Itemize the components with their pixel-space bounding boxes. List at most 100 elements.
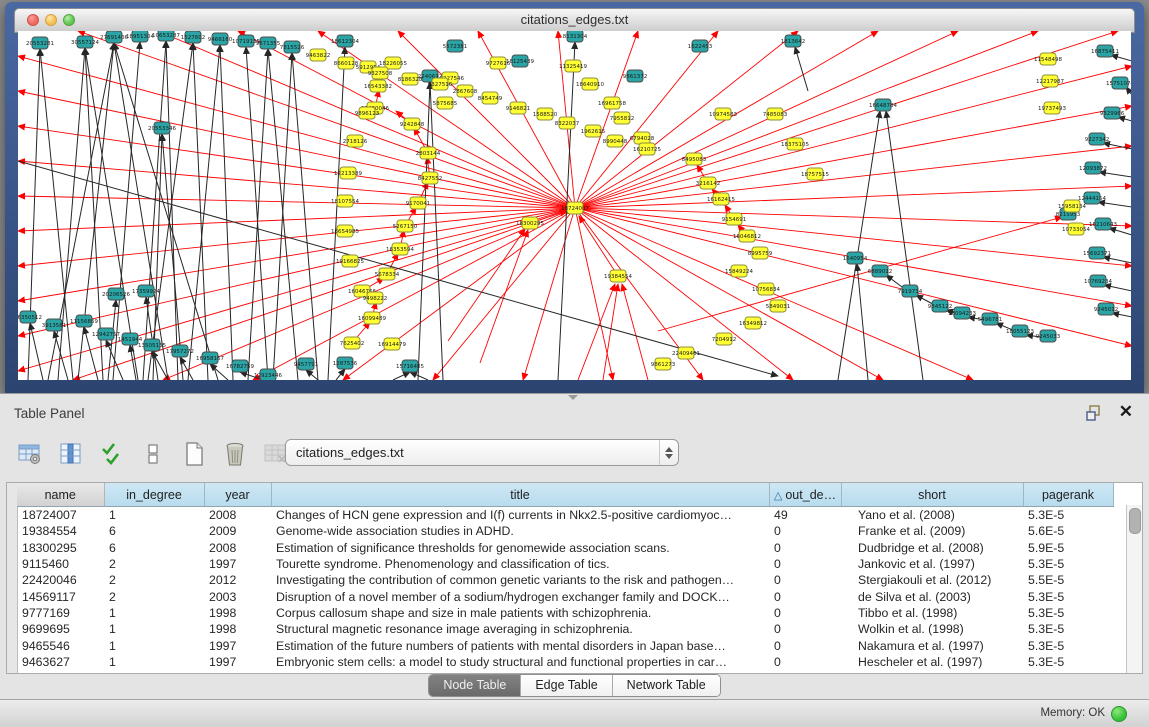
network-canvas[interactable]: 2055328130557124276914061895130410653287… [18, 31, 1131, 380]
graph-node[interactable]: 18640910 [576, 78, 604, 90]
scrollbar-thumb[interactable] [1129, 508, 1141, 534]
graph-node[interactable]: 8131304 [563, 31, 588, 42]
graph-node[interactable]: 1640954 [843, 252, 868, 264]
graph-node[interactable]: 15751074 [1106, 77, 1131, 89]
graph-node[interactable]: 16958167 [196, 352, 224, 364]
graph-node[interactable]: 2867608 [453, 85, 478, 97]
graph-node[interactable]: 9170041 [406, 197, 431, 209]
graph-node[interactable]: 8995759 [748, 247, 773, 259]
column-header-year[interactable]: year [204, 483, 271, 507]
graph-node[interactable]: 9861372 [623, 70, 648, 82]
column-header-pagerank[interactable]: pagerank [1023, 483, 1113, 507]
close-panel-icon[interactable]: ✕ [1119, 402, 1133, 422]
table-settings-icon[interactable] [16, 440, 44, 468]
graph-node[interactable]: 18951304 [126, 31, 154, 42]
graph-node[interactable]: 16094233 [948, 307, 976, 319]
tab-node-table[interactable]: Node Table [429, 675, 521, 696]
new-file-icon[interactable] [180, 440, 208, 468]
graph-node[interactable]: 1588520 [533, 108, 558, 120]
graph-node[interactable]: 5267150 [393, 220, 418, 232]
select-columns-icon[interactable] [57, 440, 85, 468]
graph-node[interactable]: 15849224 [725, 265, 753, 277]
table-row[interactable]: 911546021997Tourette syndrome. Phenomeno… [17, 556, 1113, 572]
graph-node[interactable]: 7815526 [280, 41, 305, 53]
graph-node[interactable]: 16961758 [598, 97, 626, 109]
graph-node[interactable]: 1287536 [333, 357, 358, 369]
graph-node[interactable]: 20206526 [102, 288, 130, 300]
graph-node[interactable]: 9329966 [1100, 107, 1125, 119]
graph-node[interactable]: 16350512 [18, 311, 42, 323]
graph-node[interactable]: 7955812 [610, 112, 635, 124]
table-selector-dropdown[interactable]: citations_edges.txt [285, 439, 679, 466]
graph-node[interactable]: 22409461 [672, 347, 700, 359]
table-row[interactable]: 969969511998Structural magnetic resonanc… [17, 621, 1113, 637]
select-all-icon[interactable] [98, 440, 126, 468]
window-titlebar[interactable]: citations_edges.txt [14, 8, 1135, 33]
column-header-short[interactable]: short [841, 483, 1023, 507]
graph-node[interactable]: 5572381 [443, 40, 468, 52]
float-panel-icon[interactable] [1085, 404, 1103, 422]
graph-node[interactable]: 8990448 [603, 135, 628, 147]
graph-node[interactable]: 6794028 [630, 132, 655, 144]
table-row[interactable]: 977716911998Corpus callosum shape and si… [17, 605, 1113, 621]
graph-node[interactable]: 12923446 [254, 369, 282, 380]
graph-node[interactable]: 10653287 [152, 31, 180, 41]
graph-node[interactable]: 18107554 [331, 195, 359, 207]
graph-node[interactable]: 7204912 [712, 333, 737, 345]
graph-node[interactable]: 16782759 [226, 360, 254, 372]
graph-node[interactable]: 30557124 [71, 36, 99, 48]
graph-node[interactable]: 18125439 [506, 55, 534, 67]
graph-node[interactable]: 9154691 [722, 213, 747, 225]
graph-node[interactable]: 11325419 [559, 60, 587, 72]
graph-node[interactable]: 16162415 [707, 193, 735, 205]
graph-node[interactable]: 9466160 [208, 33, 233, 45]
graph-node[interactable]: 16648784 [869, 99, 897, 111]
graph-node[interactable]: 18757515 [801, 168, 829, 180]
graph-node[interactable]: 16875411 [1091, 45, 1119, 57]
graph-node[interactable]: 19166825 [336, 255, 364, 267]
graph-node[interactable]: 9463822 [306, 49, 331, 61]
graph-node[interactable]: 7485083 [763, 108, 788, 120]
memory-status-icon[interactable] [1111, 706, 1127, 722]
column-header-in_degree[interactable]: in_degree [104, 483, 204, 507]
graph-nodes[interactable]: 2055328130557124276914061895130410653287… [18, 31, 1131, 380]
graph-node[interactable]: 15692371 [1083, 247, 1111, 259]
graph-node[interactable]: 1527602 [181, 31, 206, 43]
graph-node[interactable]: 20553281 [26, 37, 54, 49]
graph-node[interactable]: 1813642 [781, 35, 806, 47]
graph-node[interactable]: 15716485 [396, 360, 424, 372]
graph-node[interactable]: 2803144 [416, 147, 441, 159]
delete-icon[interactable] [221, 440, 249, 468]
graph-node[interactable]: 16210725 [633, 143, 661, 155]
table-row[interactable]: 1830029562008Estimation of significance … [17, 540, 1113, 556]
column-header-out_de[interactable]: △out_de… [769, 483, 841, 507]
deselect-all-icon[interactable] [139, 440, 167, 468]
graph-node[interactable]: 5875685 [433, 97, 458, 109]
graph-node[interactable]: 9861273 [651, 358, 676, 370]
table-row[interactable]: 946554611997Estimation of the future num… [17, 637, 1113, 653]
graph-node[interactable]: 9245033 [1036, 330, 1061, 342]
table-row[interactable]: 1872400712008Changes of HCN gene express… [17, 507, 1113, 524]
column-header-name[interactable]: name [17, 483, 104, 507]
graph-node[interactable]: 8427552 [418, 172, 443, 184]
column-header-title[interactable]: title [271, 483, 769, 507]
graph-node[interactable]: 8322037 [555, 117, 580, 129]
graph-node[interactable]: 8454749 [478, 92, 503, 104]
graph-node[interactable]: 16543382 [364, 80, 392, 92]
graph-node[interactable]: 9242848 [400, 118, 425, 130]
graph-node[interactable]: 7625402 [340, 337, 365, 349]
graph-node[interactable]: 16349812 [739, 317, 767, 329]
table-row[interactable]: 1456911722003Disruption of a novel membe… [17, 588, 1113, 604]
network-graph[interactable]: 2055328130557124276914061895130410653287… [18, 31, 1131, 380]
graph-node[interactable]: 8495083 [682, 153, 707, 165]
graph-node[interactable]: 3216142 [696, 177, 721, 189]
graph-node[interactable]: 11548498 [1034, 53, 1062, 65]
graph-node[interactable]: 5496781 [978, 313, 1003, 325]
table-row[interactable]: 946362711997Embryonic stem cells: a mode… [17, 654, 1113, 670]
table-row[interactable]: 2242004622012Investigating the contribut… [17, 572, 1113, 588]
graph-node[interactable]: 10756834 [752, 283, 780, 295]
graph-node[interactable]: 16099489 [358, 312, 386, 324]
graph-node[interactable]: 1962615 [581, 125, 606, 137]
graph-node[interactable]: 16210643 [1089, 218, 1117, 230]
graph-node[interactable]: 16914479 [378, 338, 406, 350]
